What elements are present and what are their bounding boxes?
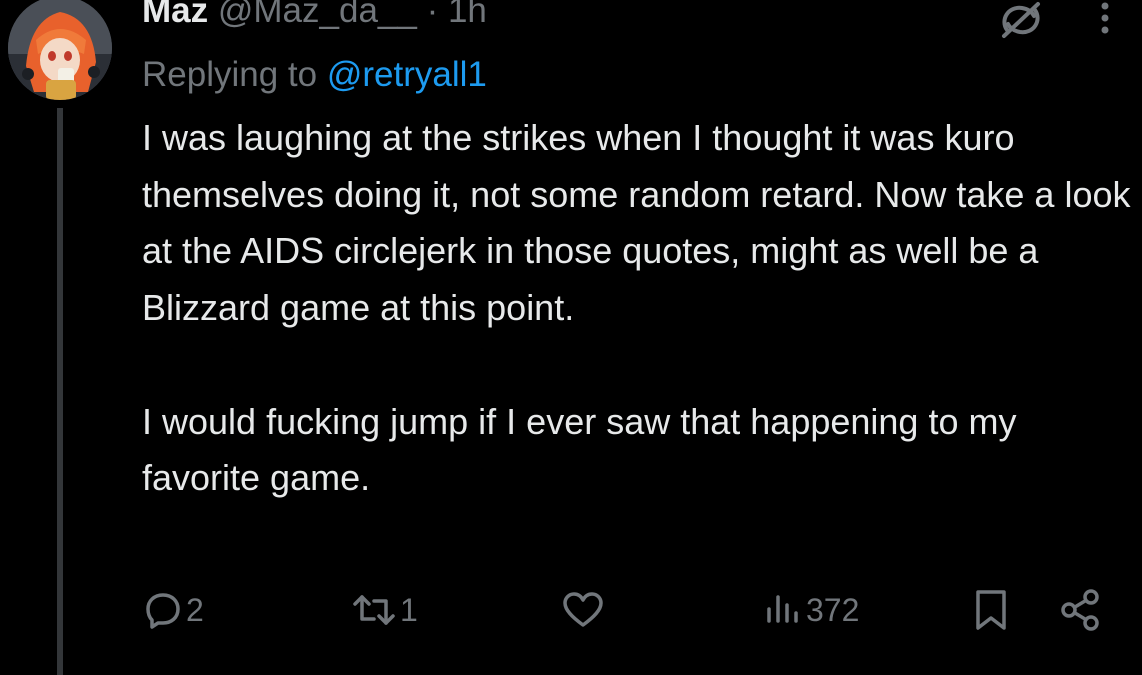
replying-to-mention[interactable]: @retryall1 [327,55,487,94]
views-button[interactable]: 372 [764,584,859,636]
user-handle[interactable]: @Maz_da__ [218,0,417,30]
repost-icon [353,595,395,625]
thread-connector-line [57,108,63,675]
views-icon [767,595,798,623]
tweet-paragraph: I would fucking jump if I ever saw that … [142,400,1017,499]
grok-icon-glyph [1002,2,1040,38]
reply-button[interactable]: 2 [144,584,204,636]
heart-icon [563,592,603,627]
grok-icon[interactable] [996,0,1046,40]
display-name[interactable]: Maz [142,0,208,30]
bookmark-button[interactable] [972,584,1010,636]
repost-button[interactable]: 1 [352,584,418,636]
bookmark-icon [976,590,1006,630]
replying-to-line: Replying to @retryall1 [142,52,487,98]
reply-count: 2 [186,591,204,628]
tweet-header: Maz @Maz_da__ · 1h [142,0,487,34]
views-count: 372 [806,591,860,628]
replying-to-label: Replying to [142,55,318,94]
separator-dot: · [426,0,439,30]
like-button[interactable] [562,584,608,636]
timestamp[interactable]: 1h [448,0,487,30]
tweet-text: I was laughing at the strikes when I tho… [142,110,1132,507]
reply-icon [146,593,180,629]
more-options-icon[interactable] [1092,0,1118,40]
share-icon [1061,589,1099,631]
avatar-image [8,0,112,100]
tweet-actions-bar: 2 1 372 [140,584,1140,636]
more-icon [1101,2,1109,34]
tweet-paragraph: I was laughing at the strikes when I tho… [142,117,1131,329]
repost-count: 1 [400,591,418,628]
avatar[interactable] [8,0,112,100]
share-button[interactable] [1058,584,1102,636]
